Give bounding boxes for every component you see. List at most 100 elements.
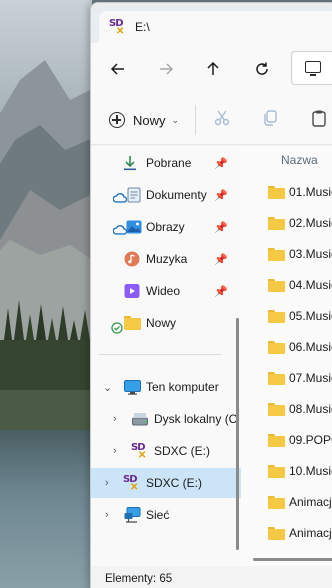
file-name: 02.Music bbox=[289, 216, 332, 230]
tab-current[interactable]: SD ✕ E:\ bbox=[99, 11, 332, 43]
navigation-pane: Pobrane 📌 Dokumenty 📌 Obrazy 📌 Muzyka 📌 … bbox=[91, 146, 241, 566]
download-icon bbox=[121, 154, 139, 172]
scissors-icon[interactable] bbox=[213, 109, 231, 132]
sidebar-scrollbar[interactable] bbox=[236, 318, 239, 550]
file-name: Animacj bbox=[289, 526, 332, 540]
lake-image bbox=[0, 430, 92, 588]
file-name: 09.POPC bbox=[289, 433, 332, 447]
copy-icon[interactable] bbox=[261, 109, 279, 132]
chevron-right-icon[interactable]: › bbox=[113, 413, 117, 425]
sync-status-icon bbox=[111, 322, 123, 334]
sidebar-item-sdxc-sub[interactable]: › SD ✕ SDXC (E:) bbox=[91, 436, 241, 466]
toolbar-divider bbox=[195, 105, 196, 135]
mountain-image bbox=[0, 60, 92, 340]
folder-icon bbox=[268, 433, 285, 447]
file-name: 04.Music bbox=[289, 278, 332, 292]
file-name: 01.Music bbox=[289, 185, 332, 199]
sd-card-icon: SD ✕ bbox=[109, 18, 125, 37]
sidebar-item-label: SDXC (E:) bbox=[154, 444, 211, 458]
pin-icon[interactable]: 📌 bbox=[214, 157, 228, 170]
navigation-bar bbox=[91, 43, 332, 95]
folder-icon bbox=[123, 314, 141, 332]
documents-icon bbox=[125, 186, 143, 204]
list-item[interactable]: 02.Music bbox=[241, 209, 332, 237]
chevron-right-icon[interactable]: › bbox=[113, 445, 117, 457]
chevron-right-icon[interactable]: › bbox=[105, 509, 109, 521]
sidebar-item-label: Obrazy bbox=[146, 220, 185, 234]
network-icon bbox=[123, 506, 141, 524]
sidebar-item-obrazy[interactable]: Obrazy 📌 bbox=[91, 212, 241, 242]
sidebar-item-this-pc[interactable]: ⌄ Ten komputer bbox=[91, 372, 241, 402]
file-name: 10.Music bbox=[289, 464, 332, 478]
folder-icon bbox=[268, 278, 285, 292]
list-item[interactable]: 06.Music bbox=[241, 333, 332, 361]
folder-icon bbox=[268, 371, 285, 385]
file-name: 07.Music bbox=[289, 371, 332, 385]
sidebar-item-label: Muzyka bbox=[146, 252, 188, 266]
list-item[interactable]: 10.Music bbox=[241, 457, 332, 485]
tab-title: E:\ bbox=[135, 20, 150, 34]
file-name: 08.Music bbox=[289, 402, 332, 416]
new-label: Nowy bbox=[133, 112, 166, 128]
sidebar-divider bbox=[99, 354, 221, 355]
sidebar-item-muzyka[interactable]: Muzyka 📌 bbox=[91, 244, 241, 274]
chevron-right-icon[interactable]: › bbox=[105, 477, 109, 489]
list-item[interactable]: 08.Music bbox=[241, 395, 332, 423]
sidebar-item-label: Pobrane bbox=[146, 156, 192, 170]
chevron-down-icon[interactable]: ⌄ bbox=[103, 381, 112, 394]
pictures-icon bbox=[125, 218, 143, 236]
list-item[interactable]: 09.POPC bbox=[241, 426, 332, 454]
refresh-icon[interactable] bbox=[249, 56, 275, 82]
forward-arrow-icon[interactable] bbox=[153, 56, 179, 82]
folder-icon bbox=[268, 340, 285, 354]
sidebar-item-label: Dokumenty bbox=[146, 188, 207, 202]
back-arrow-icon[interactable] bbox=[105, 56, 131, 82]
pin-icon[interactable]: 📌 bbox=[214, 253, 228, 266]
plus-icon bbox=[109, 112, 125, 128]
music-icon bbox=[123, 250, 141, 268]
sidebar-item-label: Dysk lokalny (C bbox=[154, 412, 238, 426]
file-name: 03.Music bbox=[289, 247, 332, 261]
pin-icon[interactable]: 📌 bbox=[214, 285, 228, 298]
sidebar-item-local-disk[interactable]: › Dysk lokalny (C bbox=[91, 404, 241, 434]
chevron-down-icon: ⌄ bbox=[171, 114, 180, 125]
title-bar: SD ✕ E:\ bbox=[91, 3, 332, 43]
list-item[interactable]: 07.Music bbox=[241, 364, 332, 392]
paste-icon[interactable] bbox=[310, 109, 328, 132]
folder-icon bbox=[268, 185, 285, 199]
column-header-name[interactable]: Nazwa bbox=[281, 153, 318, 167]
folder-icon bbox=[268, 309, 285, 323]
sidebar-item-dokumenty[interactable]: Dokumenty 📌 bbox=[91, 180, 241, 210]
sidebar-item-sdxc[interactable]: › SD ✕ SDXC (E:) bbox=[91, 468, 241, 498]
list-item[interactable]: Animacj bbox=[241, 488, 332, 516]
sd-card-icon: SD ✕ bbox=[123, 474, 139, 493]
sd-card-icon: SD ✕ bbox=[131, 442, 147, 461]
folder-icon bbox=[268, 216, 285, 230]
list-item[interactable]: 05.Music bbox=[241, 302, 332, 330]
sidebar-item-wideo[interactable]: Wideo 📌 bbox=[91, 276, 241, 306]
sidebar-item-network[interactable]: › Sieć bbox=[91, 500, 241, 530]
file-name: Animacj bbox=[289, 495, 332, 509]
horizontal-scrollbar[interactable] bbox=[253, 558, 332, 561]
pin-icon[interactable]: 📌 bbox=[214, 221, 228, 234]
file-explorer-window: SD ✕ E:\ Nowy ⌄ Pobrane 📌 Dokumenty 📌 Ob… bbox=[90, 2, 332, 588]
address-bar[interactable] bbox=[291, 51, 332, 85]
video-icon bbox=[123, 282, 141, 300]
sidebar-item-pobrane[interactable]: Pobrane 📌 bbox=[91, 148, 241, 178]
sidebar-item-label: Ten komputer bbox=[146, 380, 219, 394]
folder-icon bbox=[268, 495, 285, 509]
folder-icon bbox=[268, 247, 285, 261]
list-item[interactable]: 03.Music bbox=[241, 240, 332, 268]
new-button[interactable]: Nowy ⌄ bbox=[109, 107, 179, 133]
sidebar-item-label: Nowy bbox=[146, 316, 177, 330]
list-item[interactable]: Animacj bbox=[241, 519, 332, 547]
sidebar-item-label: Wideo bbox=[146, 284, 181, 298]
list-item[interactable]: 04.Music bbox=[241, 271, 332, 299]
up-arrow-icon[interactable] bbox=[200, 56, 226, 82]
file-list: Nazwa 01.Music 02.Music 03.Music 04.Music 05… bbox=[241, 146, 332, 566]
folder-icon bbox=[268, 464, 285, 478]
pin-icon[interactable]: 📌 bbox=[214, 189, 228, 202]
list-item[interactable]: 01.Music bbox=[241, 178, 332, 206]
this-pc-icon bbox=[305, 61, 321, 76]
computer-icon bbox=[123, 378, 141, 396]
